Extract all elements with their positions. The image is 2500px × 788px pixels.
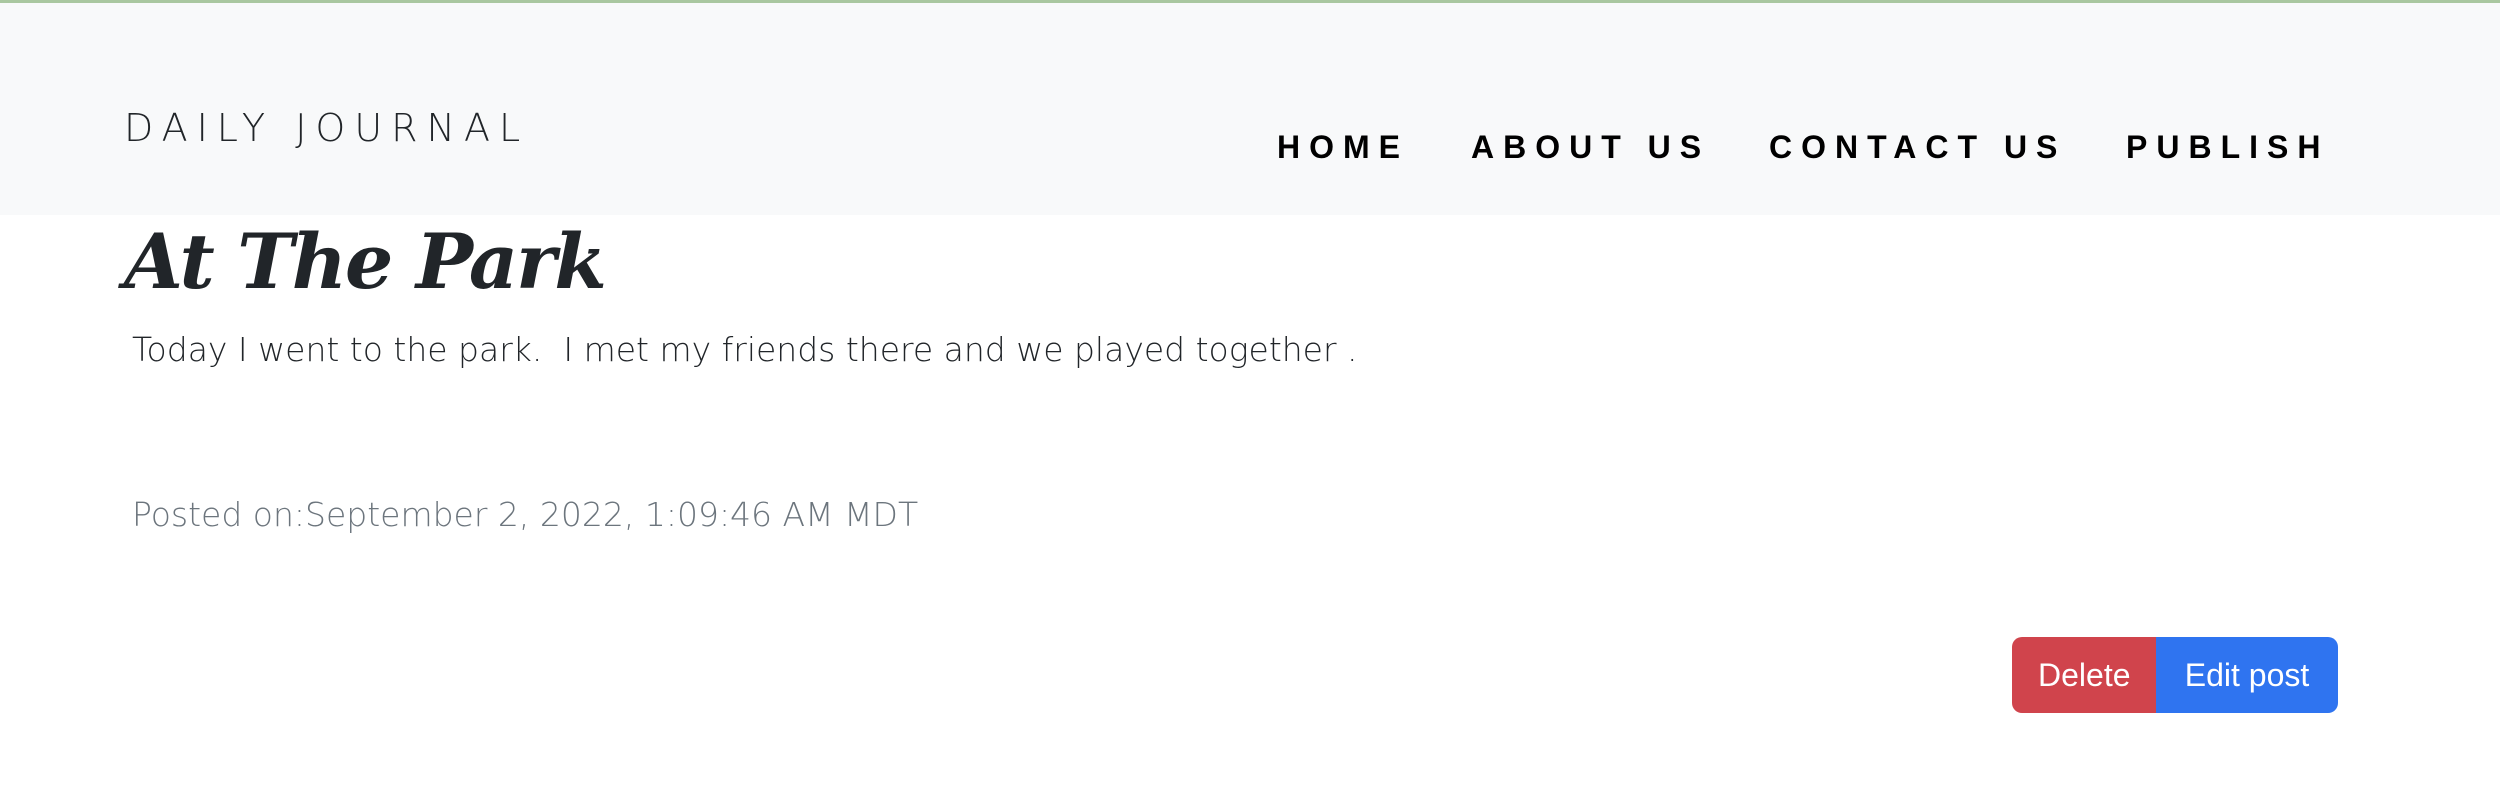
post-body: Today I went to the park. I met my frien… xyxy=(132,330,1358,369)
post-actions: Delete Edit post xyxy=(2012,637,2338,713)
nav-publish-link[interactable]: PUBLISH xyxy=(2126,131,2329,163)
nav-menu: HOME ABOUT US CONTACT US PUBLISH xyxy=(0,3,2500,215)
nav-contact-us-link[interactable]: CONTACT US xyxy=(1769,131,2066,163)
nav-about-us-link[interactable]: ABOUT US xyxy=(1471,131,1710,163)
nav-home-link[interactable]: HOME xyxy=(1277,131,1409,163)
post-timestamp: Posted on:September 2, 2022, 1:09:46 AM … xyxy=(132,495,919,534)
delete-button[interactable]: Delete xyxy=(2012,637,2156,713)
edit-post-button[interactable]: Edit post xyxy=(2156,637,2338,713)
navbar: DAILY JOURNAL HOME ABOUT US CONTACT US P… xyxy=(0,3,2500,215)
post-title: At The Park xyxy=(124,217,607,306)
